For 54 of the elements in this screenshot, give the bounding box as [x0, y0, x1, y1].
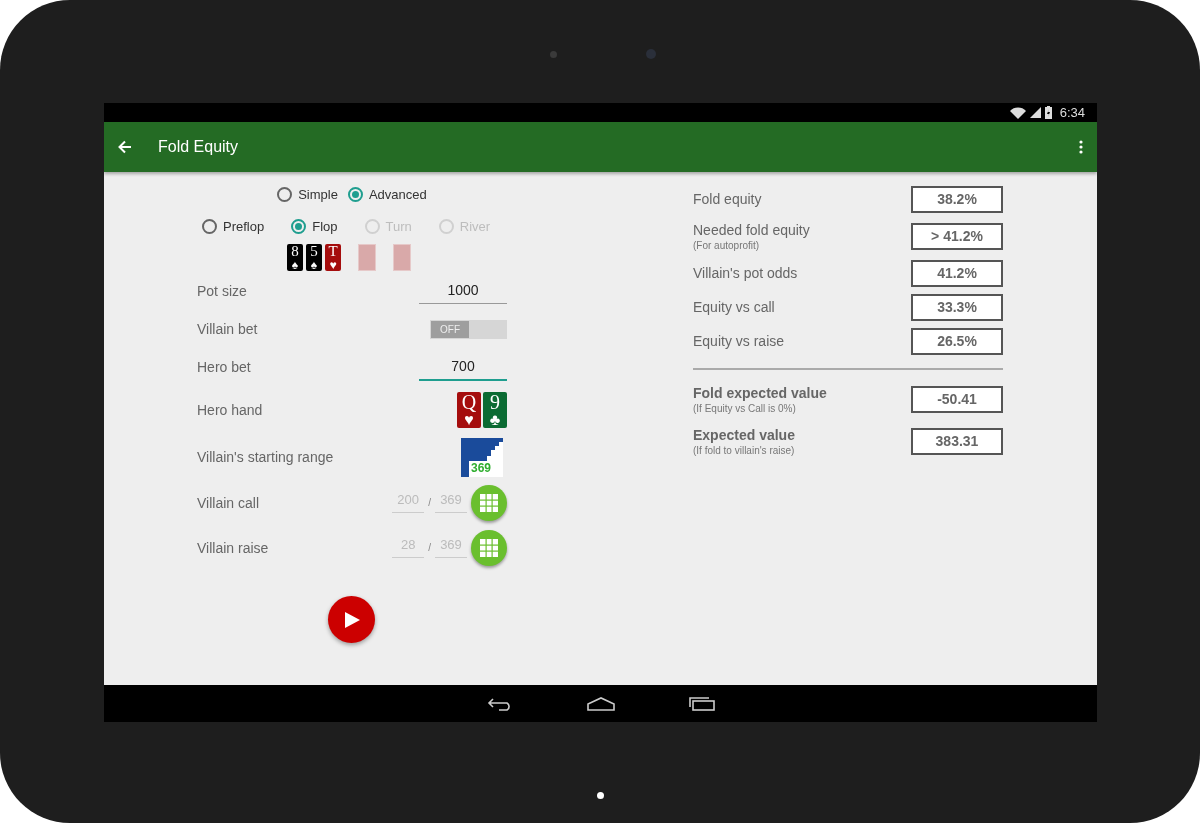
value-box: 38.2% [911, 185, 1003, 213]
playing-card[interactable]: Q ♥ [457, 392, 481, 428]
result-label: Fold expected value [693, 384, 827, 401]
number-field[interactable]: 1000 [419, 278, 507, 304]
signal-icon [1029, 107, 1041, 118]
field-label: Villain call [197, 494, 259, 511]
number-field[interactable]: 700 [419, 353, 507, 381]
sensor-icon [550, 51, 557, 58]
play-icon [342, 610, 361, 629]
result-label: Villain's pot odds [693, 265, 798, 281]
separator-text: / [428, 497, 431, 508]
playing-card[interactable]: 8 ♠ [287, 243, 303, 271]
play-button[interactable] [328, 596, 375, 643]
mode-radio[interactable]: Advanced [347, 186, 427, 202]
playing-card[interactable]: T ♥ [325, 243, 341, 271]
app-title: Fold Equity [158, 138, 240, 156]
playing-card[interactable]: 5 ♠ [306, 243, 322, 271]
notification-light-icon [597, 792, 604, 799]
camera-icon [646, 49, 656, 59]
field-label: Villain bet [197, 321, 258, 337]
value-box: 26.5% [911, 327, 1003, 355]
nav-back-icon[interactable] [486, 696, 513, 711]
wifi-icon [1009, 106, 1026, 119]
field-label: Villain raise [197, 539, 269, 556]
grid-icon [480, 493, 498, 512]
result-label: Equity vs call [693, 299, 775, 315]
value-box: 33.3% [911, 293, 1003, 321]
field-label: Hero hand [197, 402, 263, 418]
result-note: (If fold to villain's raise) [693, 444, 795, 456]
field-label: Pot size [197, 283, 247, 299]
value-box: 41.2% [911, 259, 1003, 287]
back-arrow-icon[interactable] [118, 140, 132, 154]
value-box: 383.31 [911, 427, 1003, 455]
nav-recents-icon[interactable] [688, 696, 715, 711]
street-radio[interactable]: Flop [291, 218, 338, 234]
field-label: Hero bet [197, 359, 251, 375]
battery-icon [1044, 106, 1052, 119]
result-label: Needed fold equity [693, 221, 810, 238]
result-note: (For autoprofit) [693, 239, 761, 251]
more-menu-icon[interactable] [1079, 140, 1083, 154]
status-time: 6:34 [1059, 105, 1085, 120]
result-label: Fold equity [693, 191, 762, 207]
field-label: Villain's starting range [197, 449, 334, 465]
mode-radio[interactable]: Simple [277, 186, 338, 202]
street-radio[interactable]: Preflop [202, 218, 265, 234]
value-box: > 41.2% [911, 222, 1003, 250]
separator-text: / [428, 542, 431, 553]
result-label: Equity vs raise [693, 333, 785, 349]
playing-card[interactable]: 9 ♣ [483, 392, 507, 428]
nav-home-icon[interactable] [586, 696, 615, 711]
grid-icon [480, 538, 498, 557]
result-label: Expected value [693, 426, 795, 443]
value-box: -50.41 [911, 385, 1003, 413]
result-note: (If Equity vs Call is 0%) [693, 402, 797, 414]
